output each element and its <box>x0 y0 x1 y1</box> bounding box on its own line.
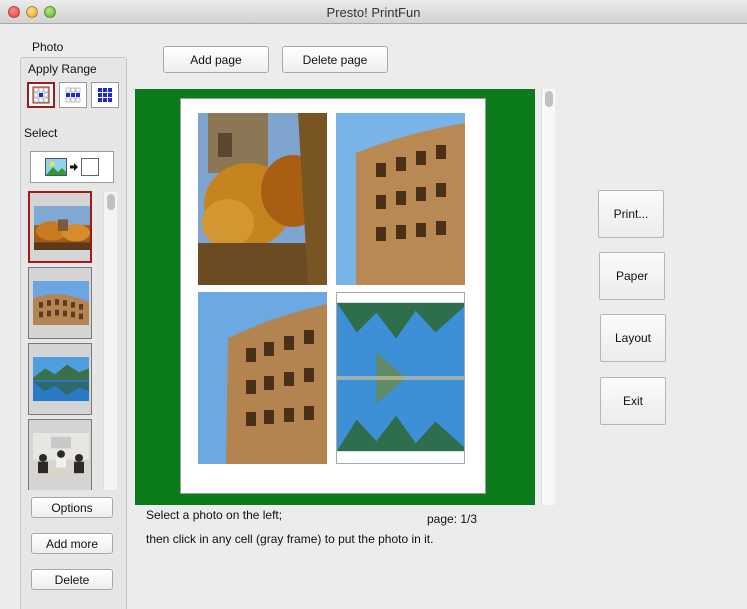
layout-cell-3[interactable] <box>198 292 327 464</box>
colosseum-photo <box>336 113 465 285</box>
thumbnail-scrollbar[interactable] <box>103 192 117 490</box>
delete-page-button[interactable]: Delete page <box>282 46 388 73</box>
print-button[interactable]: Print... <box>598 190 664 238</box>
delete-photo-button[interactable]: Delete <box>31 569 113 590</box>
photo-icon <box>45 158 67 176</box>
thumbnail-business-meeting[interactable] <box>28 419 92 490</box>
instruction-line-2: then click in any cell (gray frame) to p… <box>146 532 434 546</box>
single-cell-grid-icon <box>32 86 50 104</box>
business-meeting-photo <box>33 433 89 477</box>
apply-range-single-button[interactable] <box>27 82 55 108</box>
window-title: Presto! PrintFun <box>326 5 421 20</box>
thumbnail-autumn-trees[interactable] <box>28 191 92 263</box>
print-page <box>180 98 486 494</box>
autumn-trees-photo <box>198 113 327 285</box>
colosseum-photo <box>198 292 327 464</box>
layout-cell-4[interactable] <box>336 292 465 464</box>
instruction-line-1: Select a photo on the left; <box>146 508 283 522</box>
title-bar: Presto! PrintFun <box>0 0 747 24</box>
thumbnail-colosseum[interactable] <box>28 267 92 339</box>
add-more-button[interactable]: Add more <box>31 533 113 554</box>
layout-cell-2[interactable] <box>336 113 465 285</box>
paper-button[interactable]: Paper <box>599 252 665 300</box>
apply-range-label: Apply Range <box>28 62 97 76</box>
colosseum-photo <box>33 281 89 325</box>
thumbnail-lake-mountains[interactable] <box>28 343 92 415</box>
apply-range-row-button[interactable] <box>59 82 87 108</box>
layout-canvas[interactable] <box>135 89 535 505</box>
arrow-right-icon <box>70 163 78 171</box>
select-label: Select <box>24 126 58 140</box>
photo-section-label: Photo <box>32 40 64 54</box>
app-window: Photo Apply Range Select Options Add mor… <box>0 24 747 609</box>
lake-mountains-photo <box>33 357 89 401</box>
add-page-button[interactable]: Add page <box>163 46 269 73</box>
apply-range-all-button[interactable] <box>91 82 119 108</box>
layout-cell-1[interactable] <box>198 113 327 285</box>
layout-button[interactable]: Layout <box>600 314 666 362</box>
thumbnail-scroll-thumb[interactable] <box>107 194 115 210</box>
autumn-trees-photo <box>34 206 90 250</box>
exit-button[interactable]: Exit <box>600 377 666 425</box>
page-indicator: page: 1/3 <box>427 512 478 526</box>
row-grid-icon <box>65 87 81 103</box>
replace-photo-button[interactable] <box>30 151 114 183</box>
all-cells-grid-icon <box>98 88 112 102</box>
photo-thumbnail-list[interactable] <box>28 191 96 490</box>
options-button[interactable]: Options <box>31 497 113 518</box>
canvas-scrollbar[interactable] <box>541 89 555 505</box>
lake-mountains-photo <box>337 293 464 463</box>
empty-cell-icon <box>81 158 99 176</box>
canvas-scroll-thumb[interactable] <box>545 91 553 107</box>
